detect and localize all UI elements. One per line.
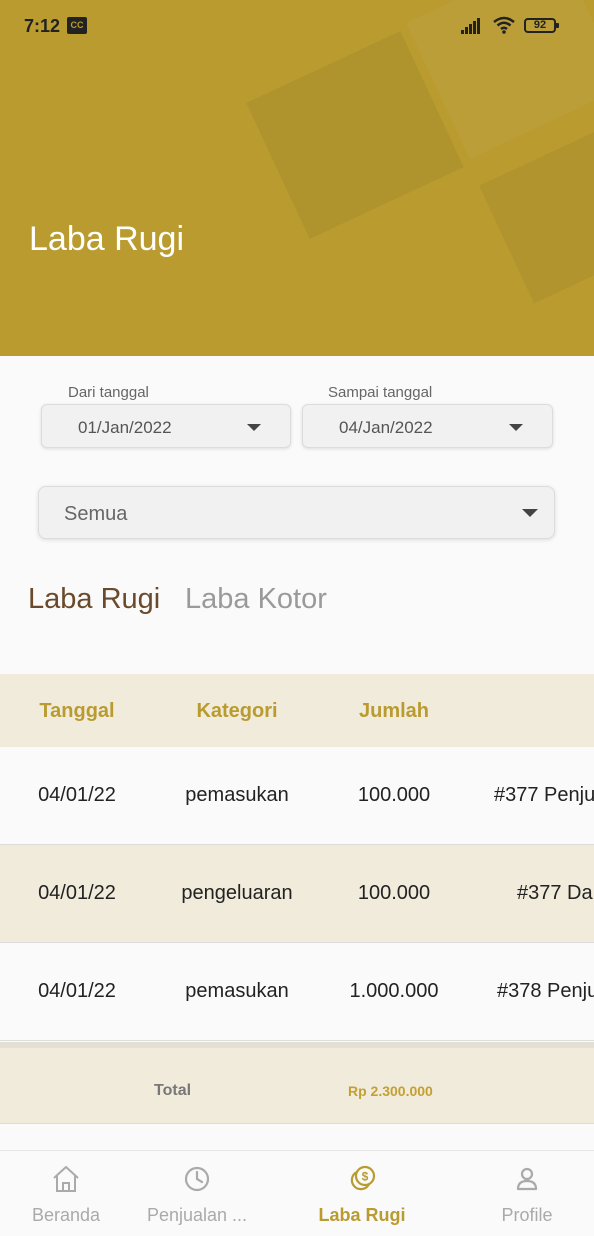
to-date-value: 04/Jan/2022 (339, 418, 433, 437)
cell-keterangan: #378 Penju (497, 980, 594, 1002)
nav-label: Beranda (31, 1205, 101, 1225)
total-value: Rp 2.300.000 (348, 1083, 433, 1099)
cell-keterangan: #377 Penju (494, 784, 594, 806)
from-date-label: Dari tanggal (68, 384, 149, 401)
bottom-navigation: Beranda Penjualan ... $ Laba Rugi Profil… (0, 1150, 594, 1236)
table-row[interactable]: 04/01/22 pengeluaran 100.000 #377 Da (0, 845, 594, 943)
cell-tanggal: 04/01/22 (38, 980, 116, 1002)
tab-laba-kotor[interactable]: Laba Kotor (185, 583, 327, 616)
signal-icon (461, 18, 480, 34)
header-decoration (479, 126, 594, 304)
cell-tanggal: 04/01/22 (38, 882, 116, 904)
coins-icon: $ (350, 1165, 376, 1191)
column-header-tanggal: Tanggal (39, 700, 115, 722)
to-date-label: Sampai tanggal (328, 384, 433, 401)
nav-label: Penjualan ... (146, 1205, 248, 1225)
total-label: Total (154, 1082, 192, 1099)
table-row[interactable]: 04/01/22 pemasukan 1.000.000 #378 Penju (0, 943, 594, 1041)
chevron-down-icon (509, 424, 523, 431)
category-value: Semua (64, 503, 128, 525)
cell-jumlah: 100.000 (357, 784, 431, 806)
status-bar: 7:12 CC 92 (0, 0, 594, 54)
app-header: 7:12 CC 92 Laba Rugi (0, 0, 594, 356)
cell-kategori: pengeluaran (181, 882, 293, 904)
status-time: 7:12 (24, 16, 61, 36)
to-date-dropdown[interactable]: 04/Jan/2022 (302, 404, 553, 448)
cell-tanggal: 04/01/22 (38, 784, 116, 806)
svg-text:$: $ (362, 1170, 369, 1184)
cell-jumlah: 1.000.000 (349, 980, 439, 1002)
category-dropdown[interactable]: Semua (38, 486, 555, 539)
page-title: Laba Rugi (29, 220, 185, 258)
table-header: Tanggal Kategori Jumlah (0, 674, 594, 748)
nav-item-laba-rugi[interactable]: $ Laba Rugi (288, 1151, 436, 1236)
column-header-kategori: Kategori (196, 700, 278, 722)
nav-item-profile[interactable]: Profile (453, 1151, 594, 1236)
cc-icon: CC (67, 17, 87, 34)
cell-kategori: pemasukan (185, 784, 289, 806)
home-icon (53, 1166, 79, 1192)
battery-icon: 92 (524, 18, 559, 33)
cell-kategori: pemasukan (185, 980, 289, 1002)
chevron-down-icon (522, 509, 538, 517)
cell-keterangan: #377 Da (517, 882, 593, 904)
cell-jumlah: 100.000 (357, 882, 431, 904)
column-header-jumlah: Jumlah (358, 700, 430, 722)
from-date-dropdown[interactable]: 01/Jan/2022 (41, 404, 291, 448)
chevron-down-icon (247, 424, 261, 431)
wifi-icon (493, 16, 515, 34)
table-row[interactable]: 04/01/22 pemasukan 100.000 #377 Penju (0, 747, 594, 845)
clock-icon (184, 1166, 210, 1192)
tab-laba-rugi[interactable]: Laba Rugi (28, 583, 160, 616)
nav-item-beranda[interactable]: Beranda (0, 1151, 140, 1236)
person-icon (516, 1167, 538, 1191)
from-date-value: 01/Jan/2022 (78, 418, 172, 437)
nav-label: Laba Rugi (318, 1205, 406, 1225)
total-row: Total Rp 2.300.000 (0, 1042, 594, 1124)
nav-label: Profile (501, 1205, 553, 1225)
nav-item-penjualan[interactable]: Penjualan ... (123, 1151, 271, 1236)
